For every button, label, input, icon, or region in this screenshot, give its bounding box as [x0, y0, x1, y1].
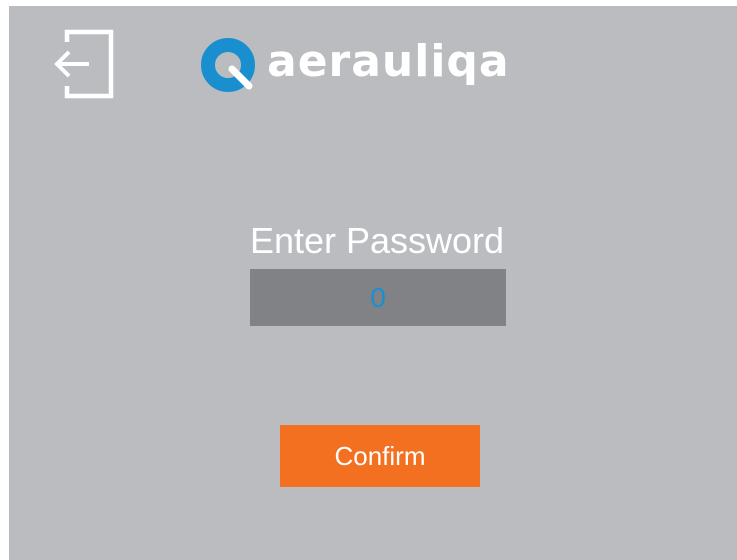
login-screen: aerauliqa Enter Password Confirm [9, 6, 737, 560]
aerauliqa-logo-icon [201, 38, 255, 92]
logout-icon [54, 29, 114, 99]
brand-name: aerauliqa [267, 36, 510, 87]
confirm-button[interactable]: Confirm [280, 425, 480, 487]
password-input[interactable] [250, 269, 506, 326]
password-label: Enter Password [249, 220, 505, 261]
logout-button[interactable] [53, 28, 115, 100]
brand-logo: aerauliqa [199, 34, 510, 96]
